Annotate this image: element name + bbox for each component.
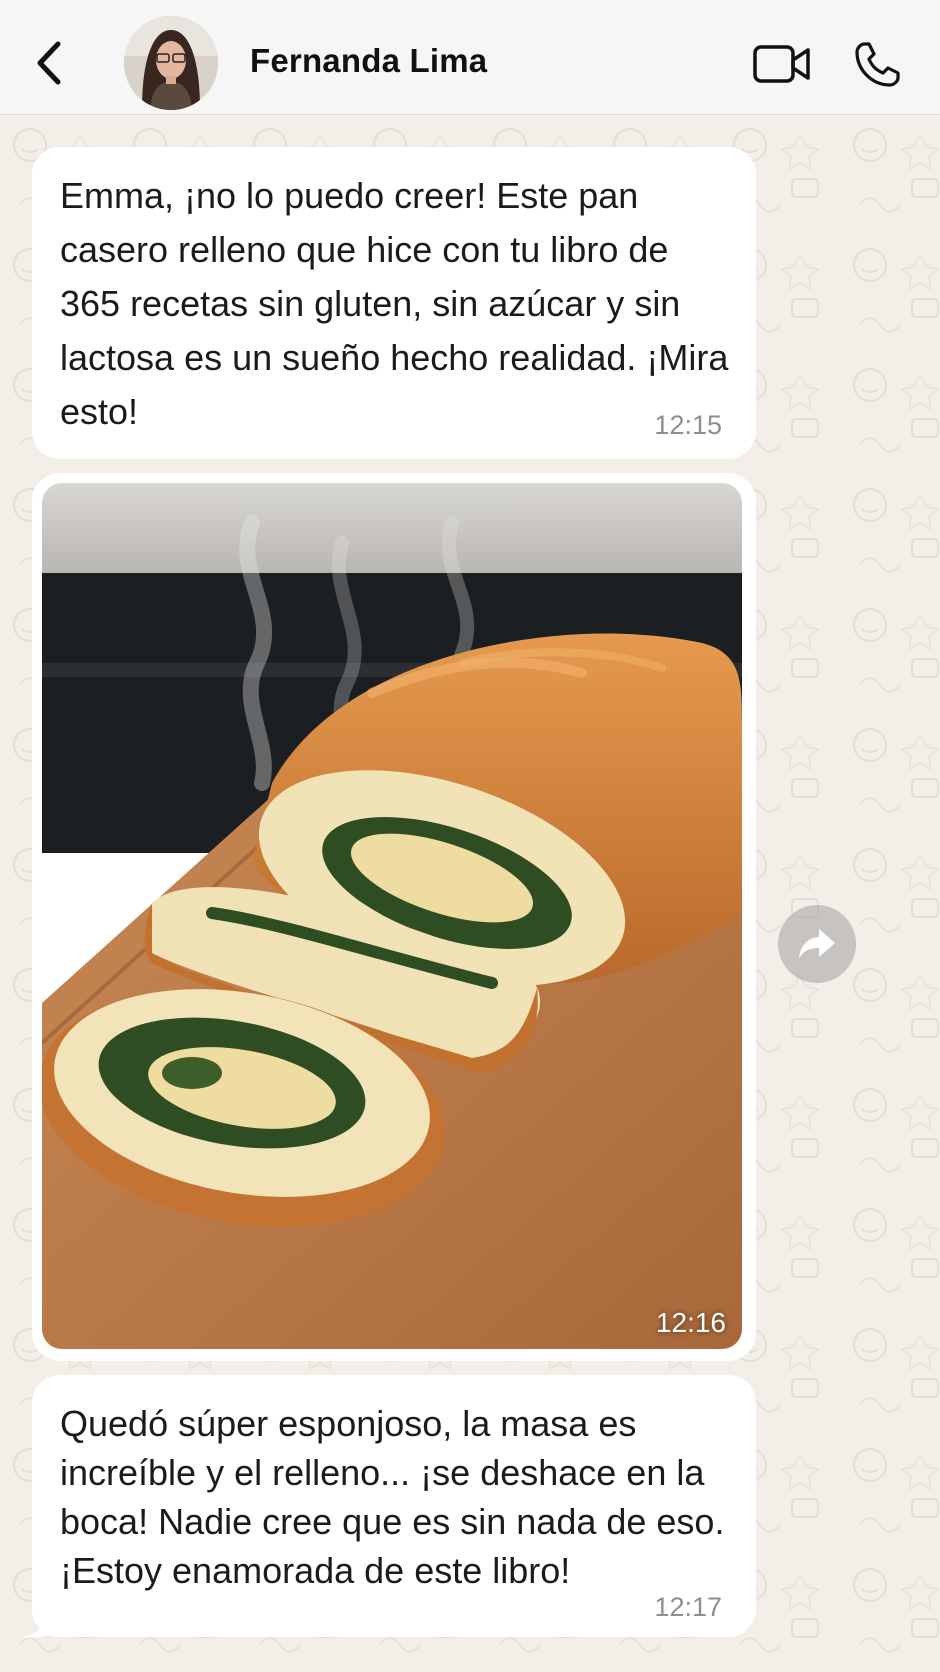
message-text: Quedó súper esponjoso, la masa es increí… bbox=[60, 1403, 725, 1591]
image-message-bubble[interactable]: 12:16 bbox=[32, 473, 756, 1361]
video-call-icon bbox=[753, 45, 810, 83]
chat-area[interactable]: Emma, ¡no lo puedo creer! Este pan caser… bbox=[0, 115, 940, 1672]
stuffed-bread-photo[interactable]: 12:16 bbox=[42, 483, 742, 1349]
contact-name[interactable]: Fernanda Lima bbox=[250, 42, 487, 80]
message-text: Emma, ¡no lo puedo creer! Este pan caser… bbox=[60, 175, 729, 432]
message-bubble[interactable]: Quedó súper esponjoso, la masa es increí… bbox=[32, 1375, 756, 1637]
chat-header: Fernanda Lima bbox=[0, 0, 940, 115]
message-time: 12:15 bbox=[654, 410, 722, 440]
video-call-button[interactable] bbox=[752, 42, 812, 86]
message-time: 12:16 bbox=[655, 1307, 726, 1338]
phone-call-icon bbox=[855, 42, 900, 87]
avatar[interactable] bbox=[124, 16, 218, 110]
bread-illustration bbox=[42, 483, 742, 1349]
forward-button[interactable] bbox=[778, 905, 856, 983]
voice-call-button[interactable] bbox=[852, 40, 902, 90]
message-bubble[interactable]: Emma, ¡no lo puedo creer! Este pan caser… bbox=[32, 147, 756, 459]
avatar-portrait bbox=[124, 16, 218, 110]
bubble-tail bbox=[20, 1615, 56, 1638]
back-button[interactable] bbox=[30, 38, 70, 88]
forward-arrow-icon bbox=[799, 929, 835, 959]
back-chevron-icon bbox=[37, 41, 61, 85]
message-time: 12:17 bbox=[654, 1592, 722, 1622]
